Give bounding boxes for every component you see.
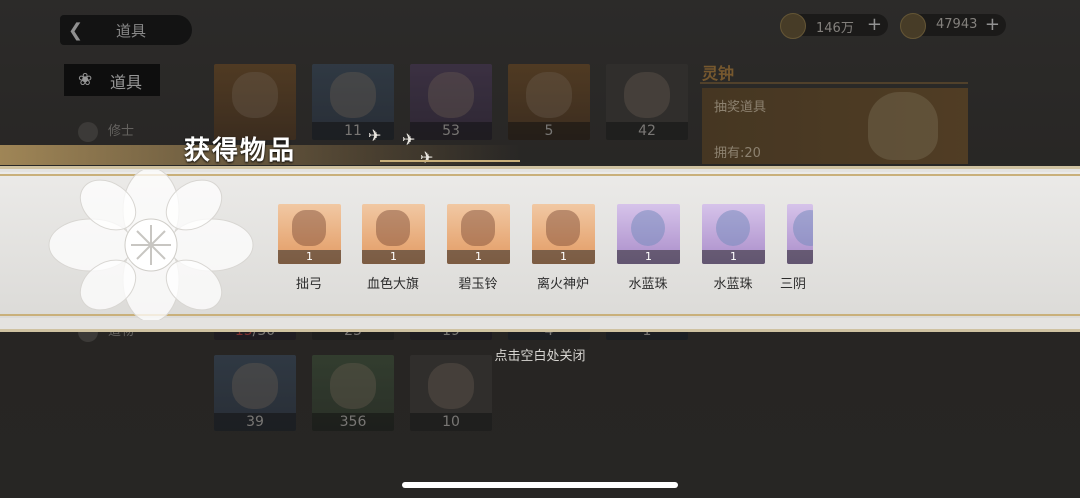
reward-qty: 1 <box>617 250 680 264</box>
swallow-icon: ✈ <box>368 126 382 145</box>
flower-emblem-icon <box>48 170 254 320</box>
flag-icon <box>376 210 410 246</box>
pearl-icon <box>631 210 665 246</box>
reward-name: 水蓝珠 <box>628 277 668 292</box>
reward-qty: 1 <box>532 250 595 264</box>
modal-title: 获得物品 <box>184 136 297 166</box>
pearl-icon <box>716 210 750 246</box>
home-indicator[interactable] <box>402 482 678 488</box>
reward-qty <box>787 250 813 264</box>
reward-qty: 1 <box>362 250 425 264</box>
reward-name: 碧玉铃 <box>458 277 498 292</box>
furnace-icon <box>546 210 580 246</box>
swallow-icon: ✈ <box>420 148 434 167</box>
reward-item-bow[interactable]: 1 <box>278 204 341 264</box>
reward-qty: 1 <box>702 250 765 264</box>
reward-qty: 1 <box>447 250 510 264</box>
swallow-icon: ✈ <box>402 130 416 149</box>
divider <box>380 160 520 162</box>
reward-name: 离火神炉 <box>536 277 589 292</box>
reward-name: 拙弓 <box>295 277 322 292</box>
bell-icon <box>461 210 495 246</box>
reward-name: 血色大旗 <box>366 277 419 292</box>
pearl-icon <box>793 210 813 246</box>
reward-name: 水蓝珠 <box>713 277 753 292</box>
reward-item-blue-pearl[interactable]: 1 <box>617 204 680 264</box>
close-hint: 点击空白处关闭 <box>494 349 586 364</box>
reward-item-furnace[interactable]: 1 <box>532 204 595 264</box>
reward-name: 三阴 <box>780 277 807 292</box>
reward-qty: 1 <box>278 250 341 264</box>
reward-item-partial[interactable] <box>787 204 813 264</box>
reward-item-blue-pearl[interactable]: 1 <box>702 204 765 264</box>
bow-icon <box>292 210 326 246</box>
reward-item-jade-bell[interactable]: 1 <box>447 204 510 264</box>
reward-item-banner[interactable]: 1 <box>362 204 425 264</box>
